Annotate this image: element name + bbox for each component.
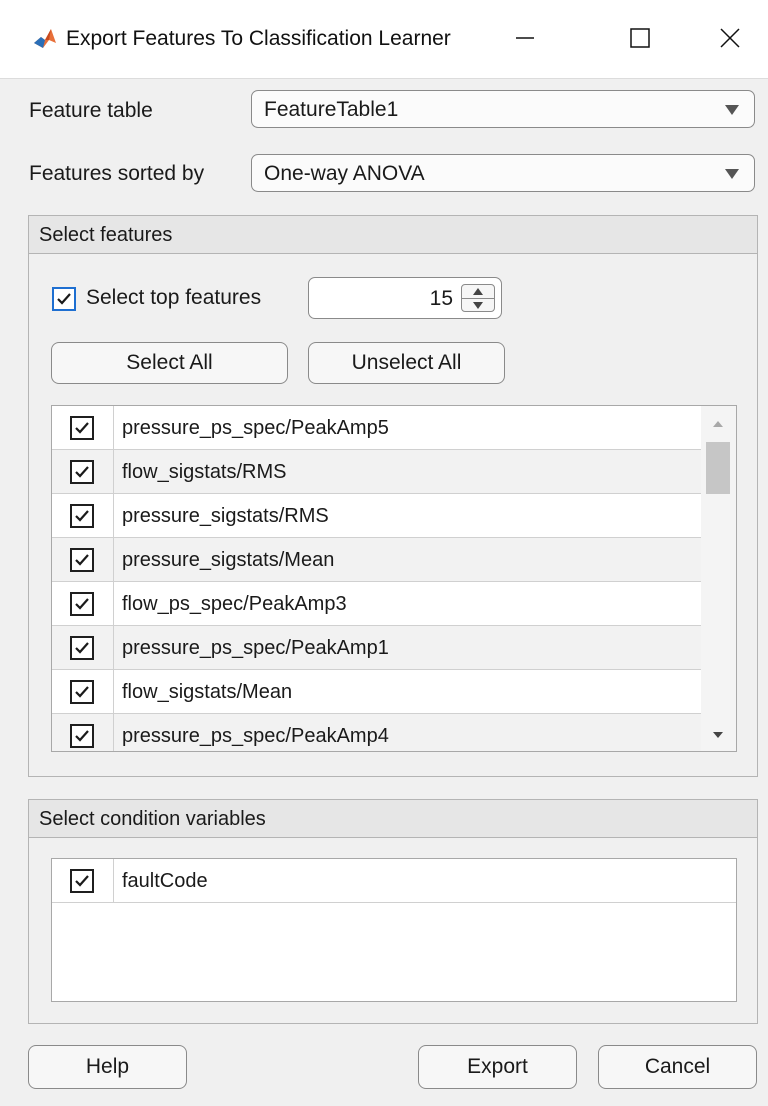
cancel-button[interactable]: Cancel <box>598 1045 757 1089</box>
table-row[interactable]: pressure_ps_spec/PeakAmp5 <box>52 406 701 450</box>
select-features-title: Select features <box>29 216 757 254</box>
checkmark-icon <box>75 642 89 654</box>
row-label: pressure_ps_spec/PeakAmp4 <box>122 725 389 747</box>
row-checkbox-cell <box>52 406 114 449</box>
row-checkbox[interactable] <box>70 416 94 440</box>
title-bar: Export Features To Classification Learne… <box>0 0 768 79</box>
top-features-count: 15 <box>429 287 453 310</box>
select-top-features-checkbox[interactable] <box>52 287 76 311</box>
spinner-arrows[interactable] <box>461 284 495 312</box>
row-checkbox-cell <box>52 670 114 713</box>
condition-variables-title: Select condition variables <box>29 800 757 838</box>
row-label: pressure_sigstats/Mean <box>122 549 335 571</box>
maximize-icon <box>630 28 650 48</box>
feature-table-value: FeatureTable1 <box>264 98 399 121</box>
row-checkbox-cell <box>52 626 114 669</box>
select-top-features-label: Select top features <box>86 286 262 309</box>
row-label: pressure_ps_spec/PeakAmp1 <box>122 637 389 659</box>
table-row[interactable]: pressure_sigstats/RMS <box>52 494 701 538</box>
select-all-button[interactable]: Select All <box>51 342 288 384</box>
export-dialog: Export Features To Classification Learne… <box>0 0 768 1106</box>
feature-table-dropdown[interactable]: FeatureTable1 <box>251 90 755 128</box>
scroll-thumb[interactable] <box>706 442 730 494</box>
checkmark-icon <box>75 686 89 698</box>
minimize-icon <box>516 37 534 39</box>
row-label: flow_ps_spec/PeakAmp3 <box>122 593 347 615</box>
sorted-by-dropdown[interactable]: One-way ANOVA <box>251 154 755 192</box>
row-checkbox-cell <box>52 714 114 751</box>
checkmark-icon <box>75 422 89 434</box>
row-checkbox[interactable] <box>70 504 94 528</box>
unselect-all-button[interactable]: Unselect All <box>308 342 505 384</box>
checkmark-icon <box>75 466 89 478</box>
row-label: pressure_ps_spec/PeakAmp5 <box>122 417 389 439</box>
table-row[interactable]: flow_ps_spec/PeakAmp3 <box>52 582 701 626</box>
chevron-down-icon <box>725 105 739 115</box>
minimize-button[interactable] <box>495 10 555 66</box>
top-features-spinner[interactable]: 15 <box>308 277 502 319</box>
row-label: faultCode <box>122 870 208 892</box>
chevron-up-icon[interactable] <box>472 287 484 296</box>
help-button[interactable]: Help <box>28 1045 187 1089</box>
window-title: Export Features To Classification Learne… <box>66 27 451 50</box>
row-checkbox[interactable] <box>70 680 94 704</box>
scroll-down-icon[interactable] <box>712 731 724 739</box>
scroll-up-icon[interactable] <box>712 420 724 428</box>
maximize-button[interactable] <box>610 10 670 66</box>
sorted-by-label: Features sorted by <box>29 162 205 185</box>
matlab-icon <box>32 26 58 52</box>
sorted-by-value: One-way ANOVA <box>264 162 425 185</box>
feature-table-label: Feature table <box>29 99 153 122</box>
row-checkbox-cell <box>52 582 114 625</box>
checkmark-icon <box>75 554 89 566</box>
close-button[interactable] <box>700 10 760 66</box>
table-row[interactable]: faultCode <box>52 859 736 903</box>
checkmark-icon <box>75 875 89 887</box>
table-row[interactable]: flow_sigstats/RMS <box>52 450 701 494</box>
row-checkbox[interactable] <box>70 636 94 660</box>
checkmark-icon <box>75 730 89 742</box>
condition-variables-table: faultCode <box>51 858 737 1002</box>
row-label: flow_sigstats/RMS <box>122 461 287 483</box>
checkmark-icon <box>75 598 89 610</box>
row-checkbox-cell <box>52 494 114 537</box>
row-checkbox-cell <box>52 859 114 902</box>
row-checkbox[interactable] <box>70 724 94 748</box>
checkmark-icon <box>57 293 71 305</box>
chevron-down-icon[interactable] <box>472 301 484 310</box>
row-checkbox-cell <box>52 450 114 493</box>
row-checkbox[interactable] <box>70 460 94 484</box>
export-button[interactable]: Export <box>418 1045 577 1089</box>
checkmark-icon <box>75 510 89 522</box>
features-scrollbar[interactable] <box>701 406 736 751</box>
table-row[interactable]: pressure_ps_spec/PeakAmp4 <box>52 714 701 751</box>
chevron-down-icon <box>725 169 739 179</box>
table-row[interactable]: pressure_sigstats/Mean <box>52 538 701 582</box>
features-table: pressure_ps_spec/PeakAmp5 flow_sigstats/R… <box>51 405 737 752</box>
row-checkbox[interactable] <box>70 548 94 572</box>
row-checkbox-cell <box>52 538 114 581</box>
close-icon <box>720 28 740 48</box>
row-checkbox[interactable] <box>70 869 94 893</box>
row-label: pressure_sigstats/RMS <box>122 505 329 527</box>
row-label: flow_sigstats/Mean <box>122 681 293 703</box>
table-row[interactable]: pressure_ps_spec/PeakAmp1 <box>52 626 701 670</box>
row-checkbox[interactable] <box>70 592 94 616</box>
table-row[interactable]: flow_sigstats/Mean <box>52 670 701 714</box>
